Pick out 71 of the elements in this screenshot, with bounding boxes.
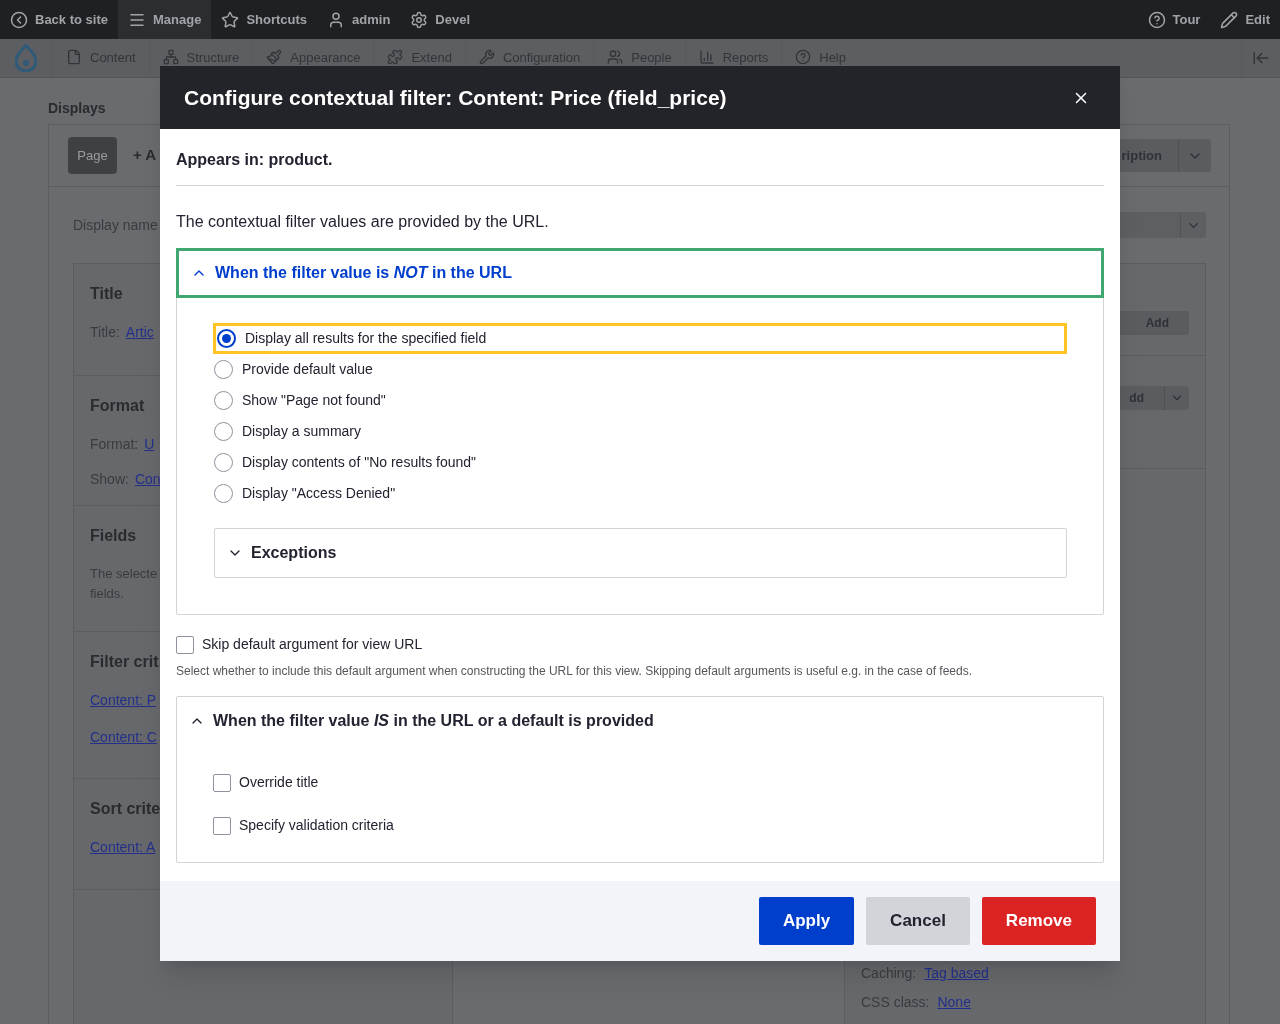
column-heading: Title — [90, 284, 123, 304]
item-link[interactable]: None — [937, 992, 971, 1013]
radio-option[interactable]: Provide default value — [211, 354, 1067, 385]
radio-button[interactable] — [214, 360, 233, 379]
item-link[interactable]: Tag based — [924, 963, 989, 984]
checkbox[interactable] — [213, 816, 231, 835]
radio-label: Provide default value — [242, 360, 373, 379]
dialog-button[interactable]: Remove — [981, 897, 1096, 945]
file-icon — [66, 49, 82, 65]
radio-button[interactable] — [214, 484, 233, 503]
toolbar-item[interactable]: Tour — [1137, 0, 1211, 39]
dialog-title: Configure contextual filter: Content: Price (field_price) — [184, 84, 727, 111]
back-icon — [10, 10, 28, 29]
checkbox[interactable] — [176, 635, 194, 654]
column-heading: Format — [90, 396, 145, 416]
radio-button[interactable] — [214, 422, 233, 441]
toolbar-item[interactable]: Manage — [118, 0, 212, 39]
radio-label: Display contents of "No results found" — [242, 453, 477, 472]
radio-option[interactable]: Display contents of "No results found" — [211, 447, 1067, 478]
puzzle-icon — [387, 49, 404, 65]
item-link[interactable]: U — [144, 434, 155, 455]
toolbar-item[interactable]: Edit — [1210, 0, 1280, 39]
collapse-icon[interactable] — [1252, 49, 1270, 67]
help-icon — [795, 49, 812, 65]
toolbar-item[interactable]: Devel — [400, 0, 481, 39]
appears-in-text: Appears in: product. — [176, 151, 333, 168]
sitemap-icon — [162, 49, 179, 65]
toolbar-item[interactable]: admin — [317, 0, 401, 39]
brush-icon — [266, 49, 283, 65]
column-heading: Sort crite — [90, 799, 161, 819]
toolbar-item[interactable]: Back to site — [0, 0, 118, 39]
checkbox-label: Skip default argument for view URL — [202, 635, 423, 654]
star-icon — [221, 10, 240, 29]
radio-button[interactable] — [214, 453, 233, 472]
item-link[interactable]: Content: P — [90, 690, 157, 711]
radio-option[interactable]: Display all results for the specified field — [213, 323, 1067, 354]
checkbox-label: Override title — [239, 773, 319, 792]
intro-text: The contextual filter values are provided by the URL. — [176, 212, 550, 232]
radio-button[interactable] — [217, 329, 236, 348]
checkbox[interactable] — [213, 773, 231, 792]
wrench-icon — [478, 49, 495, 65]
radio-option[interactable]: Display "Access Denied" — [211, 478, 1067, 509]
radio-button[interactable] — [214, 391, 233, 410]
toolbar-item[interactable]: Shortcuts — [211, 0, 318, 39]
item-link[interactable]: Content: C — [90, 727, 157, 748]
dialog-button[interactable]: Cancel — [866, 897, 970, 945]
gear-icon — [410, 10, 429, 29]
radio-label: Display all results for the specified field — [245, 329, 487, 348]
radio-option[interactable]: Display a summary — [211, 416, 1067, 447]
details-summary[interactable]: When the filter value is NOT in the URL — [176, 248, 1104, 298]
help-icon — [1147, 10, 1166, 29]
item-link[interactable]: Con — [134, 469, 161, 490]
details-summary[interactable]: Exceptions — [215, 529, 1066, 577]
people-icon — [607, 49, 624, 65]
item-link[interactable]: Content: A — [90, 837, 156, 858]
pencil-icon — [1220, 10, 1239, 29]
radio-option[interactable]: Show "Page not found" — [211, 385, 1067, 416]
section-heading: Displays — [48, 99, 106, 118]
radio-label: Show "Page not found" — [242, 391, 386, 410]
radio-label: Display a summary — [242, 422, 362, 441]
add-display-link[interactable]: + A — [133, 144, 157, 167]
item-link[interactable]: Artic — [125, 322, 154, 343]
radio-label: Display "Access Denied" — [242, 484, 396, 503]
display-tab[interactable]: Page — [68, 137, 117, 174]
checkbox-label: Specify validation criteria — [239, 816, 394, 835]
details-summary[interactable]: When the filter value IS in the URL or a default is provided — [177, 697, 1103, 745]
dialog-button[interactable]: Apply — [758, 897, 855, 945]
column-heading: Filter crit — [90, 652, 159, 672]
bar-chart-icon — [698, 49, 715, 65]
column-heading: Fields — [90, 526, 137, 546]
field-description: Select whether to include this default argument when constructing the URL for this view. Skipping default arguments is useful e.g. in the case of feeds. — [176, 663, 973, 680]
